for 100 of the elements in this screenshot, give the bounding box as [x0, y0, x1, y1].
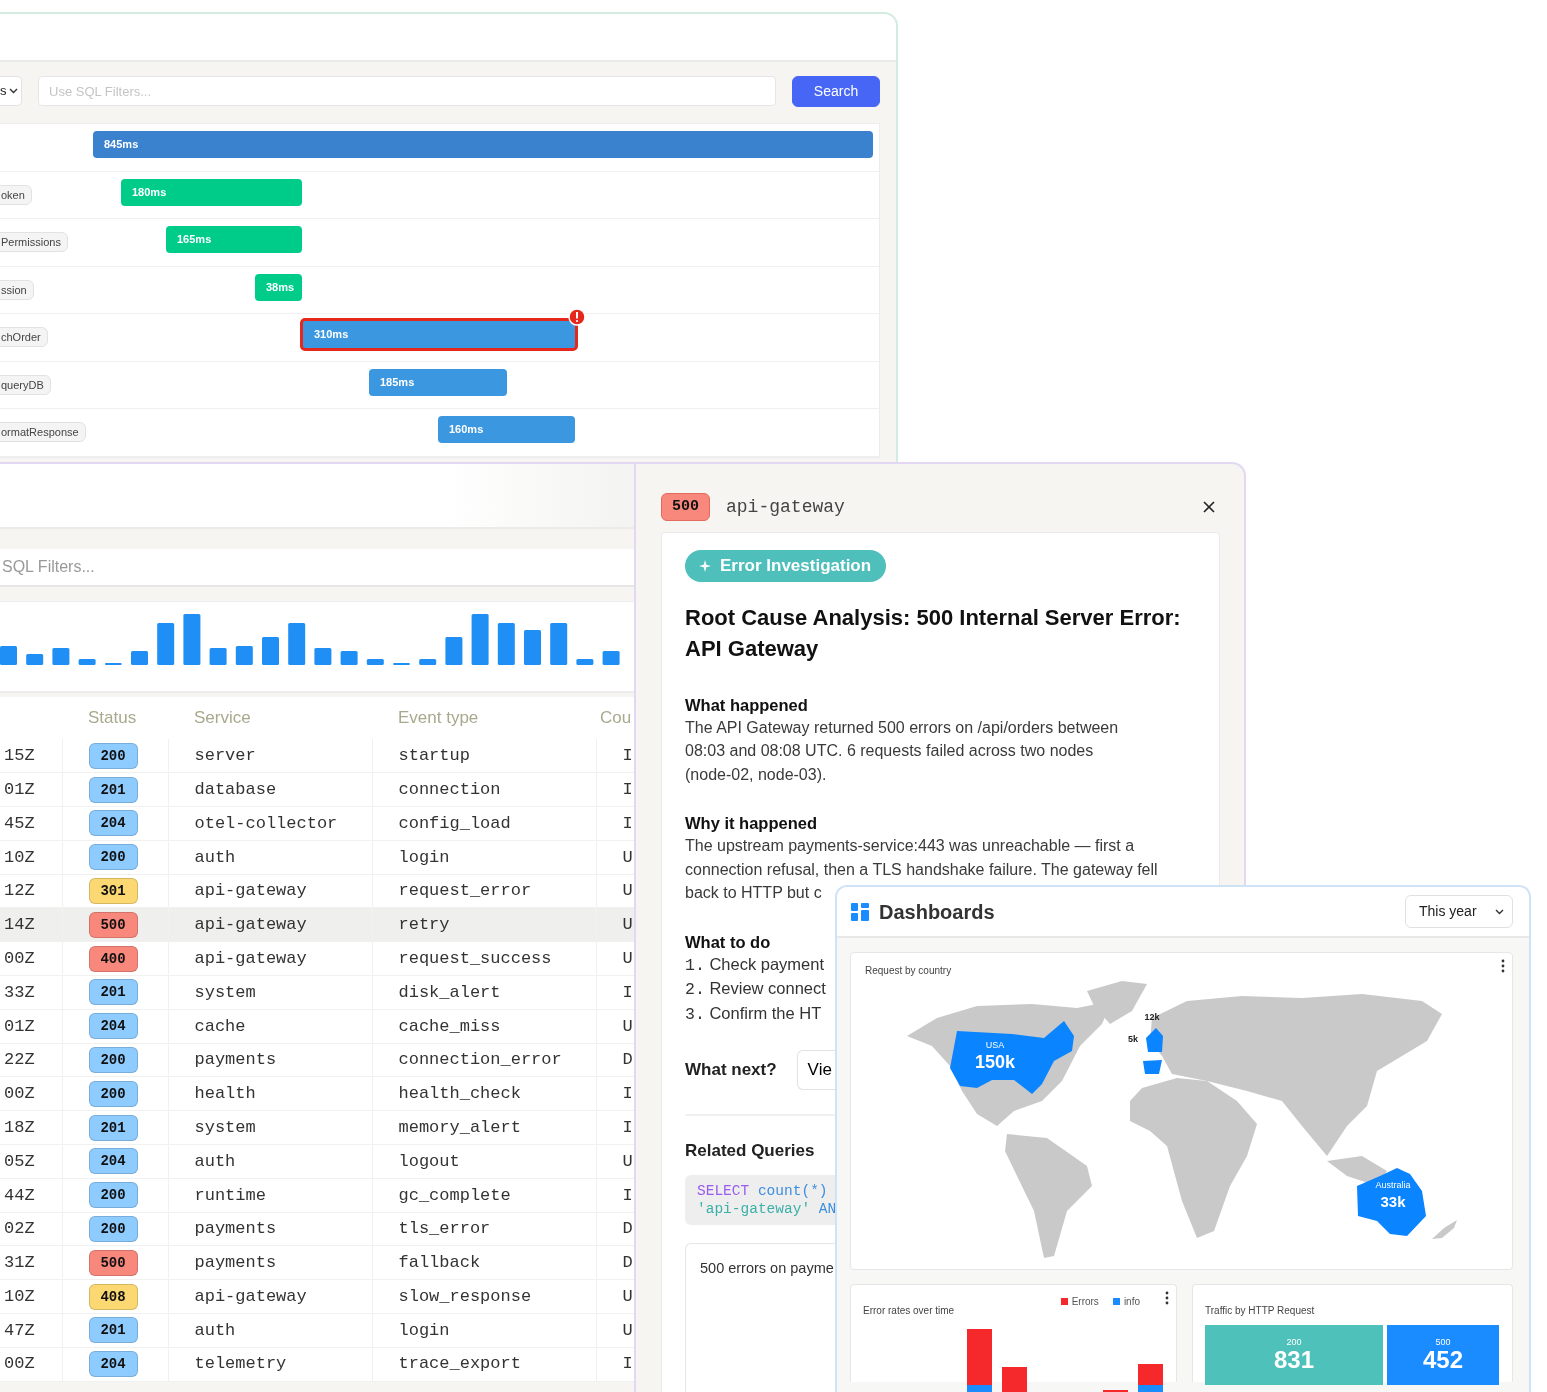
log-row[interactable]: 31Z 500 payments fallback D	[0, 1245, 636, 1280]
table-cell: login	[372, 840, 596, 875]
table-cell: auth	[168, 840, 372, 875]
log-row[interactable]: 02Z 200 payments tls_error D	[0, 1212, 636, 1246]
table-cell: config_load	[372, 806, 596, 841]
histogram-bar	[366, 659, 384, 665]
status-badge: 204	[88, 810, 138, 837]
table-cell: 18Z	[0, 1110, 62, 1145]
log-row[interactable]: 12Z 301 api-gateway request_error U	[0, 874, 636, 908]
table-cell: 00Z	[0, 1076, 62, 1111]
span-label[interactable]: queryDB	[0, 374, 51, 395]
caret-icon	[1495, 908, 1504, 915]
legend-label: Errors	[1071, 1296, 1099, 1307]
table-cell: 05Z	[0, 1144, 62, 1179]
span-label[interactable]: Permissions	[0, 232, 68, 252]
search-button[interactable]: Search	[792, 75, 880, 107]
status-badge: 204	[88, 1351, 138, 1378]
span-label[interactable]: ormatResponse	[0, 422, 86, 442]
analysis-title: Root Cause Analysis: 500 Internal Server Error: API Gateway	[685, 603, 1182, 663]
status-badge: 201	[88, 1317, 138, 1344]
log-row[interactable]: 01Z 201 database connection I	[0, 772, 636, 807]
table-cell: 00Z	[0, 1347, 62, 1382]
log-row[interactable]: 10Z 408 api-gateway slow_response U	[0, 1279, 636, 1314]
table-cell: api-gateway	[168, 941, 372, 976]
table-cell: request_success	[372, 941, 596, 976]
table-cell: startup	[372, 739, 596, 773]
log-row[interactable]: 44Z 200 runtime gc_complete I	[0, 1178, 636, 1213]
tile-value: 452	[1422, 1347, 1463, 1373]
country-value: 150k	[975, 1052, 1015, 1072]
table-cell: 10Z	[0, 1279, 62, 1314]
table-cell: 10Z	[0, 840, 62, 875]
table-cell: trace_export	[372, 1347, 596, 1382]
tag-label: Error Investigation	[720, 555, 872, 577]
log-row[interactable]: 01Z 204 cache cache_miss U	[0, 1009, 636, 1044]
error-icon	[568, 308, 586, 326]
span-label[interactable]: chOrder	[0, 327, 48, 347]
status-badge: 204	[88, 1148, 138, 1175]
section-heading: What happened	[685, 694, 809, 716]
table-cell: connection_error	[372, 1043, 596, 1077]
table-cell: database	[168, 772, 372, 807]
sql-filter-field[interactable]: Use SQL Filters...	[38, 76, 776, 106]
log-row[interactable]: 00Z 200 health health_check I	[0, 1076, 636, 1111]
histogram-bar	[78, 659, 96, 665]
section-heading: Why it happened	[685, 813, 818, 834]
sql-filter-field[interactable]: SQL Filters...	[0, 549, 636, 587]
range-select[interactable]: This year	[1405, 895, 1513, 928]
filter-select[interactable]: s	[0, 76, 22, 106]
histogram-bar	[0, 646, 17, 665]
table-cell: 22Z	[0, 1043, 62, 1077]
chart-title: Request by country	[864, 964, 952, 978]
histogram-bar	[602, 651, 620, 665]
table-cell: memory_alert	[372, 1110, 596, 1145]
span-label[interactable]: ssion	[0, 279, 34, 300]
table-cell: retry	[372, 908, 596, 942]
section-heading: What to do	[685, 931, 772, 953]
status-badge: 201	[88, 776, 138, 803]
status-badge: 200	[88, 742, 138, 769]
log-row[interactable]: 18Z 201 system memory_alert I	[0, 1110, 636, 1145]
histogram-bar	[497, 623, 515, 665]
table-cell: 02Z	[0, 1212, 62, 1246]
table-cell: telemetry	[168, 1347, 372, 1382]
histogram-bar	[52, 648, 70, 665]
table-cell: connection	[372, 772, 596, 807]
tile-label: 500	[1435, 1337, 1451, 1347]
status-badge: 500	[88, 1249, 138, 1276]
status-badge: 400	[88, 945, 138, 972]
log-row[interactable]: 22Z 200 payments connection_error D	[0, 1043, 636, 1077]
log-row[interactable]: 15Z 200 server startup I	[0, 739, 636, 773]
status-badge: 200	[88, 1182, 138, 1209]
caret-icon	[8, 88, 18, 94]
histogram-bar	[550, 623, 568, 665]
table-cell: api-gateway	[168, 1279, 372, 1314]
histogram-bar	[262, 637, 279, 665]
status-badge: 200	[88, 1080, 138, 1107]
country-value: 12k	[1144, 1012, 1160, 1022]
log-row[interactable]: 00Z 400 api-gateway request_success U	[0, 941, 636, 976]
log-row[interactable]: 14Z 500 api-gateway retry U	[0, 908, 636, 942]
log-row[interactable]: 05Z 204 auth logout U	[0, 1144, 636, 1179]
histogram-bar	[235, 646, 253, 665]
view-button[interactable]: Vie	[796, 1050, 836, 1090]
log-row[interactable]: 45Z 204 otel-collector config_load I	[0, 806, 636, 841]
histogram-bar	[340, 651, 358, 665]
log-row[interactable]: 00Z 204 telemetry trace_export I	[0, 1347, 636, 1382]
country-label: Australia	[1375, 1180, 1411, 1190]
span-label[interactable]: oken	[0, 184, 32, 205]
table-cell: disk_alert	[372, 975, 596, 1010]
table-cell: system	[168, 975, 372, 1010]
span-bar[interactable]: 845ms	[93, 131, 873, 158]
histogram-bar	[26, 654, 44, 665]
more-icon	[1500, 959, 1506, 973]
table-cell: 45Z	[0, 806, 62, 841]
country-value: 5k	[1128, 1034, 1138, 1044]
status-badge: 500	[661, 492, 710, 522]
table-cell: payments	[168, 1212, 372, 1246]
next-label: What next?	[685, 1059, 777, 1081]
log-row[interactable]: 33Z 201 system disk_alert I	[0, 975, 636, 1010]
log-row[interactable]: 47Z 201 auth login U	[0, 1313, 636, 1348]
log-row[interactable]: 10Z 200 auth login U	[0, 840, 636, 875]
table-cell: 01Z	[0, 1009, 62, 1044]
status-badge: 200	[88, 844, 138, 871]
